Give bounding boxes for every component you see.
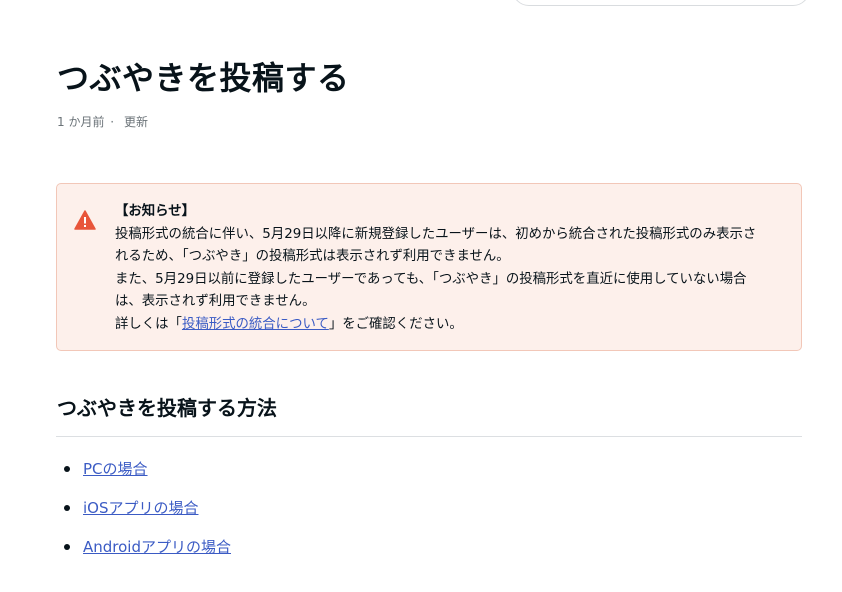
section-divider — [56, 436, 802, 437]
article-page: つぶやきを投稿する 1 か月前 · 更新 【お知らせ】 投稿形式の統合に伴い、5… — [0, 0, 842, 592]
list-item: Androidアプリの場合 — [57, 533, 231, 572]
notice-line: 詳しくは「投稿形式の統合について」をご確認ください。 — [115, 314, 787, 337]
meta-separator: · — [110, 115, 115, 129]
notice-heading: 【お知らせ】 — [115, 204, 196, 219]
notice-line: れるため、「つぶやき」の投稿形式は表示されず利用できません。 — [115, 249, 510, 264]
pc-guide-link[interactable]: PCの場合 — [83, 460, 148, 478]
method-link-list: PCの場合 iOSアプリの場合 Androidアプリの場合 — [57, 455, 231, 572]
article-meta: 1 か月前 · 更新 — [57, 114, 148, 130]
notice-line: は、表示されず利用できません。 — [115, 294, 316, 309]
search-bar[interactable] — [512, 0, 810, 6]
notice-line: 投稿形式の統合に伴い、5月29日以降に新規登録したユーザーは、初めから統合された… — [115, 226, 757, 242]
bullet-icon — [64, 466, 70, 472]
posting-format-integration-link[interactable]: 投稿形式の統合について — [182, 317, 329, 332]
list-item: PCの場合 — [57, 455, 231, 494]
article-time-ago: 1 か月前 — [57, 115, 105, 129]
android-app-guide-link[interactable]: Androidアプリの場合 — [83, 538, 231, 556]
article-updated-label: 更新 — [123, 115, 148, 129]
bullet-icon — [64, 544, 70, 550]
notice-line: また、5月29日以前に登録したユーザーであっても、「つぶやき」の投稿形式を直近に… — [115, 271, 747, 287]
ios-app-guide-link[interactable]: iOSアプリの場合 — [83, 499, 199, 517]
list-item: iOSアプリの場合 — [57, 494, 231, 533]
notice-line-suffix: 」をご確認ください。 — [328, 316, 463, 332]
notice-box: 【お知らせ】 投稿形式の統合に伴い、5月29日以降に新規登録したユーザーは、初め… — [56, 183, 802, 351]
page-title: つぶやきを投稿する — [57, 59, 350, 97]
notice-line-prefix: 詳しくは「 — [115, 316, 182, 332]
notice-body: 【お知らせ】 投稿形式の統合に伴い、5月29日以降に新規登録したユーザーは、初め… — [115, 201, 787, 336]
warning-triangle-icon — [74, 210, 96, 230]
section-title: つぶやきを投稿する方法 — [57, 396, 277, 420]
bullet-icon — [64, 505, 70, 511]
